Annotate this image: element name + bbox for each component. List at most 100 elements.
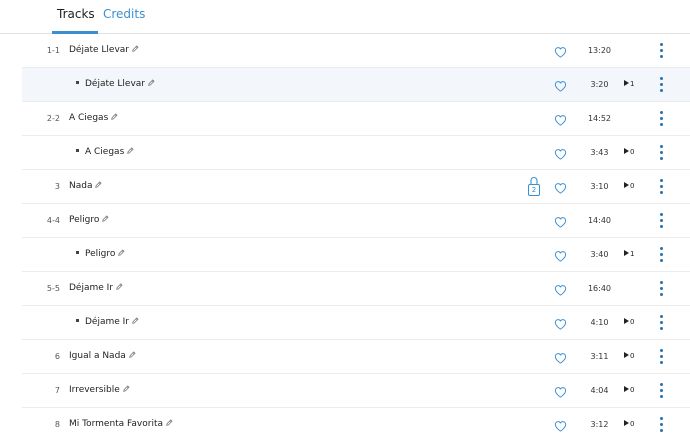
play-icon [624, 352, 629, 358]
track-title[interactable]: A Ciegas [85, 147, 124, 157]
play-icon [624, 420, 629, 426]
heart-icon[interactable] [554, 350, 567, 364]
track-title-group: Irreversible [69, 374, 130, 407]
track-duration: 13:20 [587, 46, 612, 55]
track-row[interactable]: 1-1 Déjate Llevar 13:20 [22, 34, 690, 68]
sub-track-row[interactable]: A Ciegas 3:43 0 [22, 136, 690, 170]
more-vertical-icon[interactable] [658, 179, 666, 195]
track-title[interactable]: Déjame Ir [85, 317, 129, 327]
track-title-group: A Ciegas [76, 136, 134, 169]
track-list: 1-1 Déjate Llevar 13:20 Déjate Llevar 3:20 1 2… [22, 34, 690, 440]
track-duration: 14:52 [587, 114, 612, 123]
track-row[interactable]: 5-5 Déjame Ir 16:40 [22, 272, 690, 306]
play-count[interactable]: 0 [624, 306, 634, 339]
track-title[interactable]: Peligro [69, 215, 99, 225]
play-count-value: 0 [630, 352, 635, 360]
pencil-icon[interactable] [128, 351, 136, 358]
bullet-icon [76, 319, 79, 322]
heart-icon[interactable] [554, 214, 567, 228]
heart-icon[interactable] [554, 146, 567, 160]
heart-icon[interactable] [554, 316, 567, 330]
track-title-group: Déjate Llevar [69, 34, 139, 67]
track-title-group: Déjate Llevar [76, 68, 155, 101]
track-title[interactable]: Peligro [85, 249, 115, 259]
play-count[interactable]: 1 [624, 238, 634, 271]
play-count[interactable]: 0 [624, 340, 634, 373]
track-title[interactable]: Nada [69, 181, 92, 191]
more-vertical-icon[interactable] [658, 349, 666, 365]
play-count[interactable]: 0 [624, 136, 634, 169]
track-title[interactable]: A Ciegas [69, 113, 108, 123]
more-vertical-icon[interactable] [658, 247, 666, 263]
track-title[interactable]: Déjate Llevar [69, 45, 129, 55]
pencil-icon[interactable] [102, 215, 109, 222]
pencil-icon[interactable] [95, 181, 103, 188]
pencil-icon[interactable] [127, 147, 134, 154]
pencil-icon[interactable] [148, 79, 155, 86]
heart-icon[interactable] [554, 282, 567, 296]
heart-icon[interactable] [554, 180, 567, 194]
sub-track-row[interactable]: Déjate Llevar 3:20 1 [22, 68, 690, 102]
track-number [22, 238, 60, 271]
more-vertical-icon[interactable] [658, 383, 666, 399]
track-duration: 3:40 [590, 250, 609, 259]
more-vertical-icon[interactable] [658, 417, 666, 433]
track-number: 7 [54, 386, 60, 395]
heart-icon[interactable] [554, 384, 567, 398]
more-vertical-icon[interactable] [658, 43, 666, 59]
play-count[interactable]: 0 [624, 170, 634, 203]
track-title[interactable]: Déjame Ir [69, 283, 113, 293]
track-title-group: Igual a Nada [69, 340, 136, 373]
bullet-icon [76, 149, 79, 152]
track-row[interactable]: 8 Mi Tormenta Favorita 3:12 0 [22, 408, 690, 440]
track-duration: 4:10 [590, 318, 609, 327]
play-count[interactable]: 0 [624, 408, 634, 440]
pencil-icon[interactable] [132, 45, 139, 52]
heart-icon[interactable] [554, 78, 567, 92]
track-duration: 4:04 [590, 386, 609, 395]
track-title[interactable]: Igual a Nada [69, 351, 126, 361]
heart-icon[interactable] [554, 248, 567, 262]
play-count-value: 1 [630, 250, 635, 258]
heart-icon[interactable] [554, 112, 567, 126]
track-row[interactable]: 2-2 A Ciegas 14:52 [22, 102, 690, 136]
play-count[interactable]: 0 [624, 374, 634, 407]
tab-bar: Tracks Credits [0, 0, 690, 34]
track-title[interactable]: Déjate Llevar [85, 79, 145, 89]
more-vertical-icon[interactable] [658, 213, 666, 229]
pencil-icon[interactable] [118, 249, 125, 256]
more-vertical-icon[interactable] [658, 315, 666, 331]
track-row[interactable]: 7 Irreversible 4:04 0 [22, 374, 690, 408]
track-number: 5-5 [46, 284, 60, 293]
sub-track-row[interactable]: Peligro 3:40 1 [22, 238, 690, 272]
play-count-value: 0 [630, 318, 635, 326]
more-vertical-icon[interactable] [658, 111, 666, 127]
lock-badge[interactable]: 2 [527, 175, 541, 197]
track-row[interactable]: 3 Nada 2 3:10 0 [22, 170, 690, 204]
pencil-icon[interactable] [116, 283, 123, 290]
track-title[interactable]: Irreversible [69, 385, 120, 395]
more-vertical-icon[interactable] [658, 145, 666, 161]
heart-icon[interactable] [554, 44, 567, 58]
pencil-icon[interactable] [111, 113, 118, 120]
play-count[interactable]: 1 [624, 68, 634, 101]
track-title-group: Mi Tormenta Favorita [69, 408, 173, 440]
more-vertical-icon[interactable] [658, 77, 666, 93]
play-icon [624, 182, 629, 188]
pencil-icon[interactable] [166, 419, 173, 426]
bullet-icon [76, 81, 79, 84]
track-title-group: A Ciegas [69, 102, 118, 135]
more-vertical-icon[interactable] [658, 281, 666, 297]
track-row[interactable]: 4-4 Peligro 14:40 [22, 204, 690, 238]
sub-track-row[interactable]: Déjame Ir 4:10 0 [22, 306, 690, 340]
pencil-icon[interactable] [122, 385, 130, 392]
heart-icon[interactable] [554, 418, 567, 432]
pencil-icon[interactable] [132, 317, 139, 324]
lock-count: 2 [528, 184, 540, 196]
track-row[interactable]: 6 Igual a Nada 3:11 0 [22, 340, 690, 374]
play-count-value: 0 [630, 182, 635, 190]
tab-tracks[interactable]: Tracks [57, 7, 95, 21]
track-title[interactable]: Mi Tormenta Favorita [69, 419, 163, 429]
tab-credits[interactable]: Credits [103, 7, 145, 21]
track-title-group: Déjame Ir [69, 272, 123, 305]
